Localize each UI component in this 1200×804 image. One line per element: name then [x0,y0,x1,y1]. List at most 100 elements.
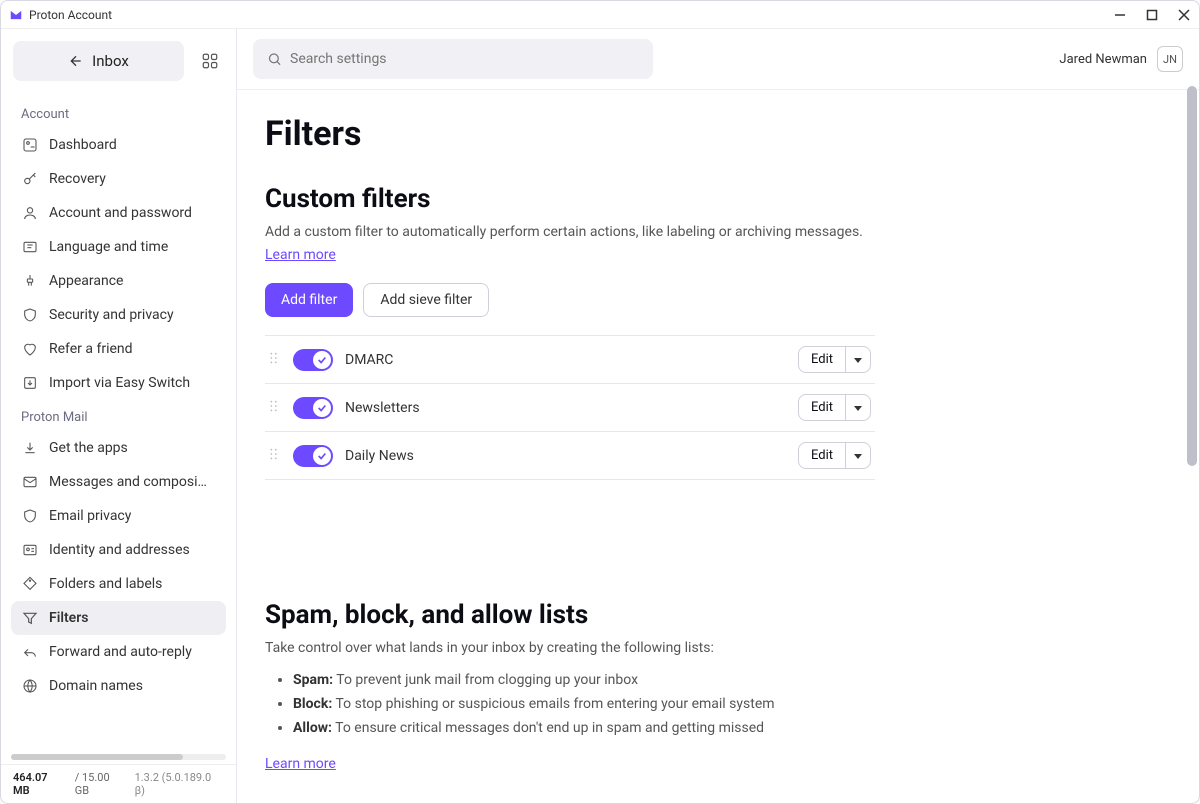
tag-icon [21,575,39,593]
window-maximize-button[interactable] [1145,8,1159,22]
sidebar-item-label: Account and password [49,205,192,221]
apps-grid-icon[interactable] [196,47,224,75]
custom-filters-learn-more-link[interactable]: Learn more [265,247,336,263]
main-header: Jared Newman JN [237,29,1199,90]
list-item: Spam: To prevent junk mail from clogging… [293,669,1159,693]
sidebar-item-forward[interactable]: Forward and auto-reply [11,635,226,669]
sidebar-section-mail-title: Proton Mail [11,400,226,431]
filter-toggle[interactable] [293,445,333,467]
sidebar-item-label: Appearance [49,273,123,289]
sidebar-item-label: Folders and labels [49,576,162,592]
search-input-container[interactable] [253,39,653,79]
content-area: Filters Custom filters Add a custom filt… [237,90,1199,803]
inbox-button[interactable]: Inbox [13,41,184,81]
sidebar-item-label: Refer a friend [49,341,133,357]
sidebar-item-recovery[interactable]: Recovery [11,162,226,196]
sidebar: Inbox Account Dashboard Recovery [1,29,237,803]
add-sieve-filter-button[interactable]: Add sieve filter [363,283,489,317]
sidebar-item-account-password[interactable]: Account and password [11,196,226,230]
check-icon [313,447,331,465]
sidebar-item-security-privacy[interactable]: Security and privacy [11,298,226,332]
sidebar-item-label: Identity and addresses [49,542,190,558]
titlebar: Proton Account [1,1,1199,29]
custom-filters-heading: Custom filters [265,184,1159,214]
list-item: Allow: To ensure critical messages don't… [293,717,1159,741]
filter-row: Daily News Edit [265,432,875,480]
globe-icon [21,677,39,695]
sidebar-item-appearance[interactable]: Appearance [11,264,226,298]
sidebar-item-messages[interactable]: Messages and composi… [11,465,226,499]
import-icon [21,374,39,392]
filter-edit-button[interactable]: Edit [799,347,846,372]
sidebar-section-account-title: Account [11,97,226,128]
sidebar-item-label: Filters [49,610,88,626]
filter-name: DMARC [345,352,393,368]
sidebar-item-label: Forward and auto-reply [49,644,192,660]
filter-toggle[interactable] [293,349,333,371]
filter-edit-button[interactable]: Edit [799,395,846,420]
search-input[interactable] [290,51,639,67]
vertical-scrollbar[interactable] [1187,86,1197,466]
user-name: Jared Newman [1059,52,1147,67]
window-close-button[interactable] [1177,8,1191,22]
user-icon [21,204,39,222]
brush-icon [21,272,39,290]
language-icon [21,238,39,256]
envelope-icon [21,473,39,491]
filter-more-dropdown[interactable] [846,443,870,468]
id-card-icon [21,541,39,559]
sidebar-item-get-apps[interactable]: Get the apps [11,431,226,465]
sidebar-horizontal-scrollbar[interactable] [11,754,226,760]
sidebar-footer: 464.07 MB / 15.00 GB 1.3.2 (5.0.189.0 β) [1,764,236,803]
avatar[interactable]: JN [1157,46,1183,72]
sidebar-item-language-time[interactable]: Language and time [11,230,226,264]
drag-handle-icon[interactable] [269,447,281,465]
storage-total: / 15.00 GB [75,771,127,797]
inbox-label: Inbox [92,52,129,70]
sidebar-item-label: Recovery [49,171,106,187]
gauge-icon [21,136,39,154]
shield-icon [21,507,39,525]
sidebar-item-dashboard[interactable]: Dashboard [11,128,226,162]
spam-description: Take control over what lands in your inb… [265,638,885,659]
storage-used: 464.07 MB [13,771,67,797]
sidebar-item-refer[interactable]: Refer a friend [11,332,226,366]
list-item: Block: To stop phishing or suspicious em… [293,693,1159,717]
reply-icon [21,643,39,661]
sidebar-item-label: Messages and composi… [49,474,207,490]
filter-more-dropdown[interactable] [846,347,870,372]
sidebar-item-folders[interactable]: Folders and labels [11,567,226,601]
spam-learn-more-link[interactable]: Learn more [265,756,336,772]
sidebar-item-label: Domain names [49,678,143,694]
sidebar-item-label: Email privacy [49,508,131,524]
filter-edit-button[interactable]: Edit [799,443,846,468]
download-icon [21,439,39,457]
window-minimize-button[interactable] [1113,8,1127,22]
sidebar-item-email-privacy[interactable]: Email privacy [11,499,226,533]
drag-handle-icon[interactable] [269,351,281,369]
sidebar-item-filters[interactable]: Filters [11,601,226,635]
search-icon [267,51,282,67]
sidebar-item-label: Import via Easy Switch [49,375,190,391]
check-icon [313,399,331,417]
add-filter-button[interactable]: Add filter [265,283,353,317]
heart-icon [21,340,39,358]
sidebar-item-identity[interactable]: Identity and addresses [11,533,226,567]
filter-row: DMARC Edit [265,336,875,384]
shield-icon [21,306,39,324]
filter-list: DMARC Edit Newsletters Edit [265,335,875,480]
sidebar-item-label: Security and privacy [49,307,174,323]
sidebar-item-import[interactable]: Import via Easy Switch [11,366,226,400]
drag-handle-icon[interactable] [269,399,281,417]
sidebar-item-domains[interactable]: Domain names [11,669,226,703]
sidebar-item-label: Language and time [49,239,168,255]
sidebar-item-label: Get the apps [49,440,128,456]
key-icon [21,170,39,188]
filter-name: Newsletters [345,400,420,416]
filter-name: Daily News [345,448,414,464]
sidebar-item-label: Dashboard [49,137,117,153]
filter-more-dropdown[interactable] [846,395,870,420]
filter-toggle[interactable] [293,397,333,419]
app-title: Proton Account [29,8,112,22]
custom-filters-description: Add a custom filter to automatically per… [265,222,885,243]
